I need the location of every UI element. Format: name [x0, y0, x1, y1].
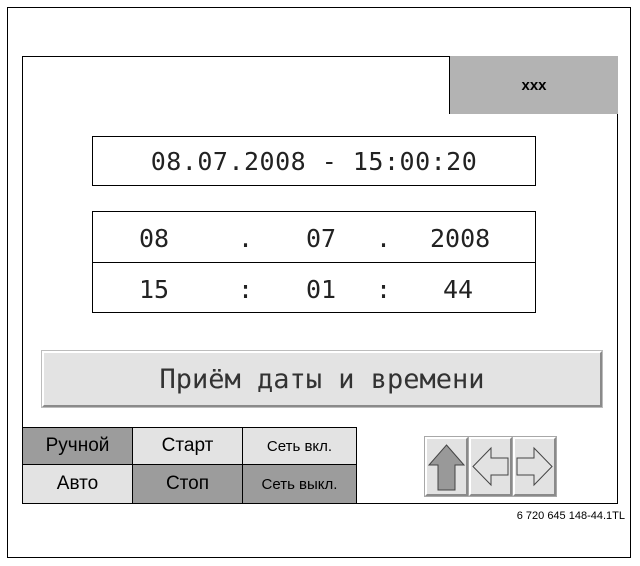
- time-separator: :: [238, 275, 254, 304]
- year-field[interactable]: 2008: [430, 224, 490, 253]
- date-edit-row: 08 . 07 . 2008: [93, 212, 535, 263]
- arrow-up-button[interactable]: [425, 437, 468, 496]
- arrow-left-icon: [472, 446, 509, 487]
- arrow-left-button[interactable]: [469, 437, 512, 496]
- header-label: xxx: [449, 56, 618, 114]
- date-separator: .: [238, 224, 254, 253]
- manual-mode-button[interactable]: Ручной: [22, 427, 133, 465]
- network-off-button[interactable]: Сеть выкл.: [242, 464, 357, 504]
- arrow-up-icon: [427, 444, 466, 491]
- datetime-editor: 08 . 07 . 2008 15 : 01 : 44: [92, 211, 536, 313]
- stop-button[interactable]: Стоп: [132, 464, 243, 504]
- network-on-button[interactable]: Сеть вкл.: [242, 427, 357, 465]
- time-edit-row: 15 : 01 : 44: [93, 263, 535, 313]
- current-datetime-display: 08.07.2008 - 15:00:20: [92, 136, 536, 186]
- seconds-field[interactable]: 44: [443, 275, 473, 304]
- hours-field[interactable]: 15: [139, 275, 169, 304]
- date-separator: .: [376, 224, 392, 253]
- figure-reference: 6 720 645 148-44.1TL: [516, 510, 625, 522]
- minutes-field[interactable]: 01: [306, 275, 336, 304]
- time-separator: :: [376, 275, 392, 304]
- start-button[interactable]: Старт: [132, 427, 243, 465]
- arrow-right-icon: [516, 446, 553, 487]
- day-field[interactable]: 08: [139, 224, 169, 253]
- month-field[interactable]: 07: [306, 224, 336, 253]
- auto-mode-button[interactable]: Авто: [22, 464, 133, 504]
- mode-button-grid: Ручной Старт Сеть вкл. Авто Стоп Сеть вы…: [22, 427, 357, 504]
- accept-datetime-button[interactable]: Приём даты и времени: [42, 351, 602, 407]
- arrow-right-button[interactable]: [513, 437, 556, 496]
